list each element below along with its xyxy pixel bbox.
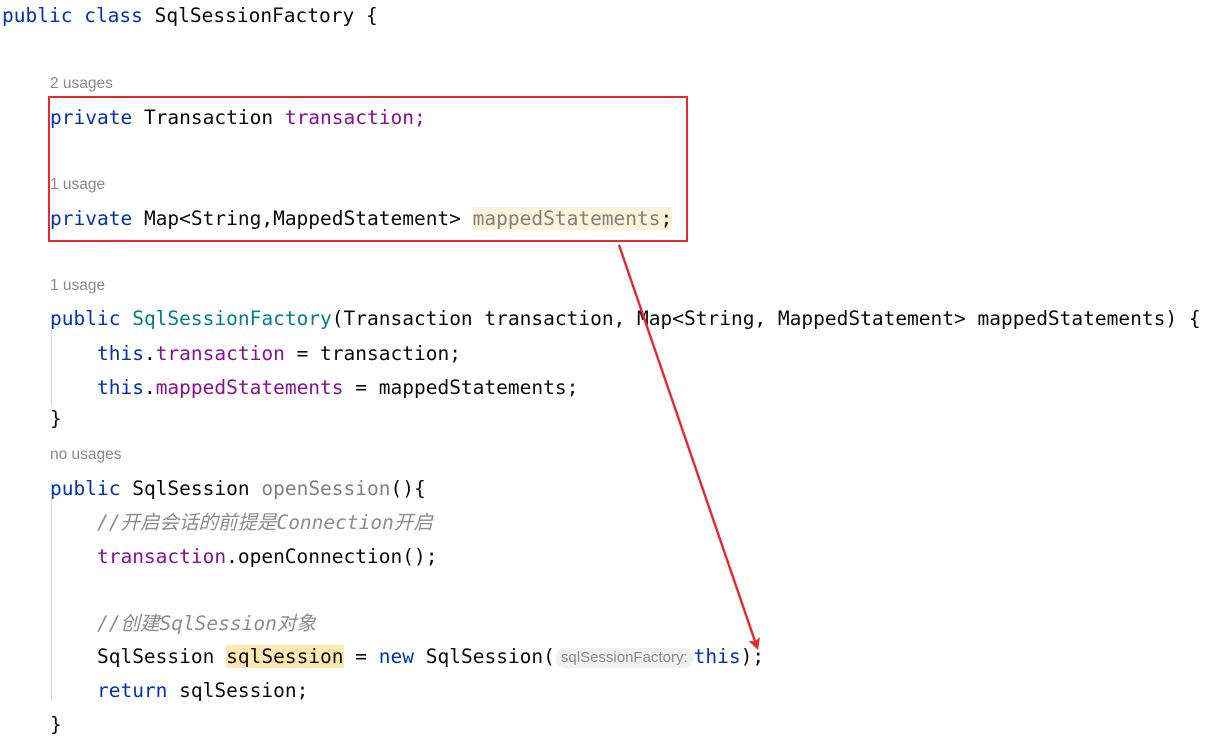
return-type-sqlsession[interactable]: SqlSession [132, 477, 249, 500]
field-name-mappedstatements[interactable]: mappedStatements [472, 207, 661, 230]
usage-hint-1-usage-mapped[interactable]: 1 usage [50, 176, 105, 194]
semicolon: ; [413, 106, 426, 129]
code-line-transaction-openconnection[interactable]: transaction.openConnection(); [50, 545, 437, 569]
close-brace: } [50, 713, 62, 736]
type-sqlsession[interactable]: SqlSession [97, 645, 214, 668]
code-line-field-mappedstatements[interactable]: private Map<String,MappedStatement> mapp… [50, 207, 673, 231]
semicolon: ; [660, 207, 673, 230]
method-call-openconnection[interactable]: .openConnection(); [226, 545, 437, 568]
code-line-constructor-signature[interactable]: public SqlSessionFactory(Transaction tra… [50, 307, 1201, 331]
type-transaction[interactable]: Transaction [144, 106, 273, 129]
constructor-name-sqlsessionfactory[interactable]: SqlSessionFactory [132, 307, 332, 330]
dot-operator: . [143, 342, 156, 365]
variable-sqlsession[interactable]: sqlSession [226, 645, 344, 668]
comment-text: //创建SqlSession对象 [96, 612, 316, 635]
field-ref-mappedstatements[interactable]: mappedStatements [156, 376, 344, 399]
usage-hint-2-usages[interactable]: 2 usages [50, 75, 113, 93]
code-line-method-close-brace[interactable]: } [50, 713, 62, 737]
keyword-this: this [96, 376, 144, 399]
code-line-class-declaration[interactable]: public class SqlSessionFactory { [2, 4, 378, 28]
semicolon: ; [296, 679, 309, 702]
comment-text: //开启会话的前提是Connection开启 [96, 511, 433, 534]
constructor-call-sqlsession[interactable]: SqlSession( [426, 645, 555, 668]
dot-operator: . [143, 376, 156, 399]
field-ref-transaction[interactable]: transaction [156, 342, 285, 365]
assignment-expression: = mappedStatements; [343, 376, 579, 399]
keyword-this: this [96, 342, 144, 365]
parameter-name-hint-sqlsessionfactory[interactable]: sqlSessionFactory: [555, 648, 693, 668]
method-name-opensession[interactable]: openSession [261, 477, 390, 500]
code-line-field-transaction[interactable]: private Transaction transaction; [50, 106, 426, 130]
usage-hint-1-usage-constructor[interactable]: 1 usage [50, 277, 105, 295]
type-map-string-mappedstatement[interactable]: Map<String,MappedStatement> [144, 207, 461, 230]
constructor-parameter-list[interactable]: (Transaction transaction, Map<String, Ma… [332, 307, 1201, 330]
statement-tail: ); [740, 645, 765, 668]
class-name-sqlsessionfactory[interactable]: SqlSessionFactory [155, 4, 355, 27]
open-brace: { [354, 4, 378, 27]
keyword-public: public [50, 307, 121, 330]
code-line-assign-transaction[interactable]: this.transaction = transaction; [50, 342, 461, 366]
assignment-operator: = [343, 645, 379, 668]
usage-hint-no-usages[interactable]: no usages [50, 446, 122, 464]
code-line-constructor-close-brace[interactable]: } [50, 407, 62, 431]
keyword-public: public [50, 477, 121, 500]
close-brace: } [50, 407, 62, 430]
assignment-expression: = transaction; [284, 342, 461, 365]
keyword-new: new [378, 645, 414, 668]
code-editor-canvas[interactable]: public class SqlSessionFactory { 2 usage… [0, 0, 1230, 745]
keyword-this: this [693, 645, 741, 668]
method-signature-tail: (){ [390, 477, 426, 500]
code-line-comment-create-sqlsession[interactable]: //创建SqlSession对象 [50, 612, 316, 636]
code-line-comment-open-connection[interactable]: //开启会话的前提是Connection开启 [50, 511, 433, 535]
field-name-transaction[interactable]: transaction [285, 106, 414, 129]
code-line-opensession-signature[interactable]: public SqlSession openSession(){ [50, 477, 426, 501]
keyword-public: public [2, 4, 73, 27]
keyword-private: private [50, 207, 133, 230]
code-line-assign-mappedstatements[interactable]: this.mappedStatements = mappedStatements… [50, 376, 578, 400]
code-line-new-sqlsession[interactable]: SqlSession sqlSession = new SqlSession(s… [50, 645, 764, 671]
field-ref-transaction[interactable]: transaction [97, 545, 226, 568]
code-line-return-sqlsession[interactable]: return sqlSession; [50, 679, 308, 703]
keyword-return: return [96, 679, 168, 702]
keyword-private: private [50, 106, 133, 129]
variable-sqlsession[interactable]: sqlSession [179, 679, 296, 702]
keyword-class: class [84, 4, 143, 27]
